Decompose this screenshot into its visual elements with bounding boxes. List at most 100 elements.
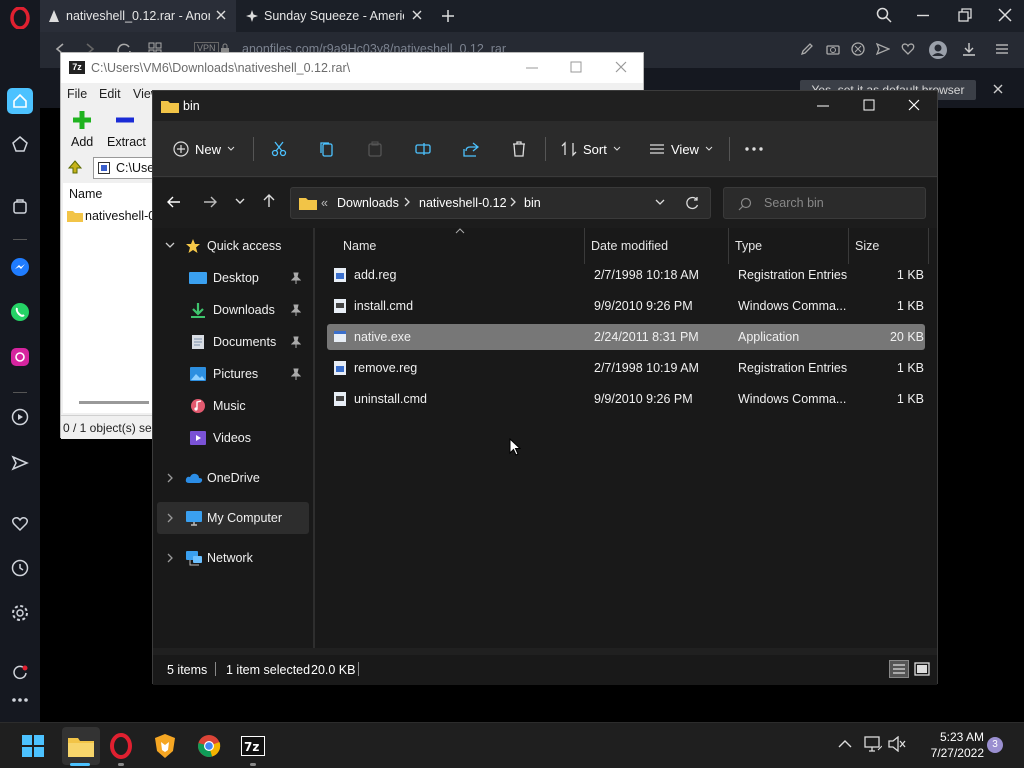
- block-icon[interactable]: [851, 42, 865, 56]
- new-tab-plus-icon[interactable]: [440, 8, 456, 24]
- restore-icon[interactable]: [958, 8, 972, 22]
- update-icon[interactable]: [8, 660, 32, 684]
- refresh-icon[interactable]: [685, 196, 699, 210]
- nav-music[interactable]: Music: [157, 390, 309, 422]
- sz-add-button[interactable]: Add: [69, 109, 95, 153]
- new-button[interactable]: New: [173, 121, 235, 177]
- sort-button[interactable]: Sort: [561, 121, 621, 177]
- up-arrow-icon[interactable]: [263, 194, 275, 208]
- notification-badge[interactable]: 3: [987, 737, 1003, 753]
- nav-videos[interactable]: Videos: [157, 422, 309, 454]
- column-header-type[interactable]: Type: [729, 228, 849, 264]
- table-row[interactable]: remove.reg 2/7/1998 10:19 AM Registratio…: [327, 355, 925, 381]
- table-row[interactable]: add.reg 2/7/1998 10:18 AM Registration E…: [327, 262, 925, 288]
- profile-avatar-icon[interactable]: [928, 40, 948, 60]
- paste-button[interactable]: [367, 121, 383, 177]
- download-icon[interactable]: [962, 42, 976, 56]
- nav-quick-access[interactable]: Quick access: [157, 230, 309, 262]
- close-tab-icon[interactable]: [214, 8, 228, 22]
- nav-my-computer[interactable]: My Computer: [157, 502, 309, 534]
- camera-icon[interactable]: [826, 42, 840, 56]
- sz-minimize-icon[interactable]: [526, 67, 538, 69]
- sz-menu-file[interactable]: File: [67, 87, 87, 101]
- instagram-icon[interactable]: [8, 345, 32, 369]
- send-icon[interactable]: [8, 451, 32, 475]
- pin-icon: [291, 368, 301, 380]
- opera-logo-icon[interactable]: [8, 6, 32, 30]
- breadcrumb[interactable]: « Downloads nativeshell-0.12 bin: [290, 187, 711, 219]
- search-box[interactable]: Search bin: [723, 187, 926, 219]
- more-options-button[interactable]: [745, 121, 763, 177]
- nav-documents[interactable]: Documents: [157, 326, 309, 358]
- table-row[interactable]: install.cmd 9/9/2010 9:26 PM Windows Com…: [327, 293, 925, 319]
- sz-up-folder-icon[interactable]: [67, 159, 83, 175]
- close-window-icon[interactable]: [998, 8, 1012, 22]
- minimize-icon[interactable]: [916, 14, 930, 17]
- start-windows-icon[interactable]: [18, 731, 48, 761]
- easy-setup-icon[interactable]: [995, 42, 1009, 56]
- sz-extract-button[interactable]: Extract: [107, 109, 147, 153]
- bookmark-heart-icon[interactable]: [901, 42, 915, 56]
- network-status-icon[interactable]: [864, 736, 882, 752]
- sz-scrollbar[interactable]: [79, 401, 149, 404]
- column-header-date[interactable]: Date modified: [585, 228, 729, 264]
- home-icon[interactable]: [7, 88, 33, 114]
- nav-network[interactable]: Network: [157, 542, 309, 574]
- breadcrumb-nativeshell[interactable]: nativeshell-0.12: [419, 196, 507, 210]
- view-button[interactable]: View: [649, 121, 713, 177]
- dismiss-default-icon[interactable]: [992, 83, 1004, 95]
- table-row-selected[interactable]: native.exe 2/24/2011 8:31 PM Application…: [327, 324, 925, 350]
- search-tabs-icon[interactable]: [876, 7, 892, 23]
- sz-maximize-icon[interactable]: [570, 61, 582, 73]
- tab-nativeshell[interactable]: nativeshell_0.12.rar - Anonf: [40, 0, 236, 32]
- breadcrumb-bin[interactable]: bin: [524, 196, 541, 210]
- speed-dial-icon[interactable]: [8, 132, 32, 156]
- cut-button[interactable]: [271, 121, 287, 177]
- nav-desktop[interactable]: Desktop: [157, 262, 309, 294]
- column-header-size[interactable]: Size: [849, 228, 929, 264]
- shopping-bag-icon[interactable]: [8, 194, 32, 218]
- volume-muted-icon[interactable]: [888, 736, 906, 752]
- sevenzip-taskbar-icon[interactable]: 7z: [238, 731, 268, 761]
- back-arrow-icon[interactable]: [167, 196, 181, 208]
- nav-pictures[interactable]: Pictures: [157, 358, 309, 390]
- ex-maximize-icon[interactable]: [863, 99, 875, 111]
- heart-icon[interactable]: [8, 512, 32, 536]
- show-hidden-icons-chevron[interactable]: [838, 739, 852, 748]
- whatsapp-icon[interactable]: [8, 300, 32, 324]
- player-icon[interactable]: [8, 405, 32, 429]
- tab-sunday-squeeze[interactable]: Sunday Squeeze - America: [236, 0, 432, 32]
- messenger-icon[interactable]: [8, 255, 32, 279]
- sz-column-name[interactable]: Name: [69, 187, 102, 201]
- address-dropdown-icon[interactable]: [655, 199, 665, 206]
- opera-taskbar-icon[interactable]: [106, 731, 136, 761]
- edit-url-icon[interactable]: [800, 42, 814, 56]
- recent-chevron-icon[interactable]: [235, 198, 245, 206]
- breadcrumb-downloads[interactable]: Downloads: [337, 196, 399, 210]
- share-button[interactable]: [463, 121, 479, 177]
- clock[interactable]: 5:23 AM 7/27/2022: [916, 729, 984, 761]
- more-icon[interactable]: [8, 688, 32, 712]
- share-icon[interactable]: [876, 42, 890, 56]
- column-header-name[interactable]: Name: [333, 228, 585, 264]
- rename-button[interactable]: [415, 121, 431, 177]
- brave-taskbar-icon[interactable]: [150, 731, 180, 761]
- settings-gear-icon[interactable]: [8, 601, 32, 625]
- nav-downloads[interactable]: Downloads: [157, 294, 309, 326]
- delete-button[interactable]: [511, 121, 527, 177]
- details-view-icon[interactable]: [889, 660, 909, 678]
- close-tab-icon[interactable]: [410, 8, 424, 22]
- file-explorer-taskbar-icon[interactable]: [62, 727, 100, 765]
- forward-arrow-icon[interactable]: [203, 196, 217, 208]
- ex-minimize-icon[interactable]: [817, 105, 829, 107]
- sz-close-icon[interactable]: [615, 61, 627, 73]
- sz-menu-edit[interactable]: Edit: [99, 87, 121, 101]
- ex-close-icon[interactable]: [908, 99, 920, 111]
- copy-button[interactable]: [319, 121, 335, 177]
- history-icon[interactable]: [8, 556, 32, 580]
- tiles-view-icon[interactable]: [913, 660, 931, 678]
- nav-onedrive[interactable]: OneDrive: [157, 462, 309, 494]
- table-row[interactable]: uninstall.cmd 9/9/2010 9:26 PM Windows C…: [327, 386, 925, 412]
- chrome-taskbar-icon[interactable]: [194, 731, 224, 761]
- breadcrumb-overflow[interactable]: «: [321, 196, 328, 210]
